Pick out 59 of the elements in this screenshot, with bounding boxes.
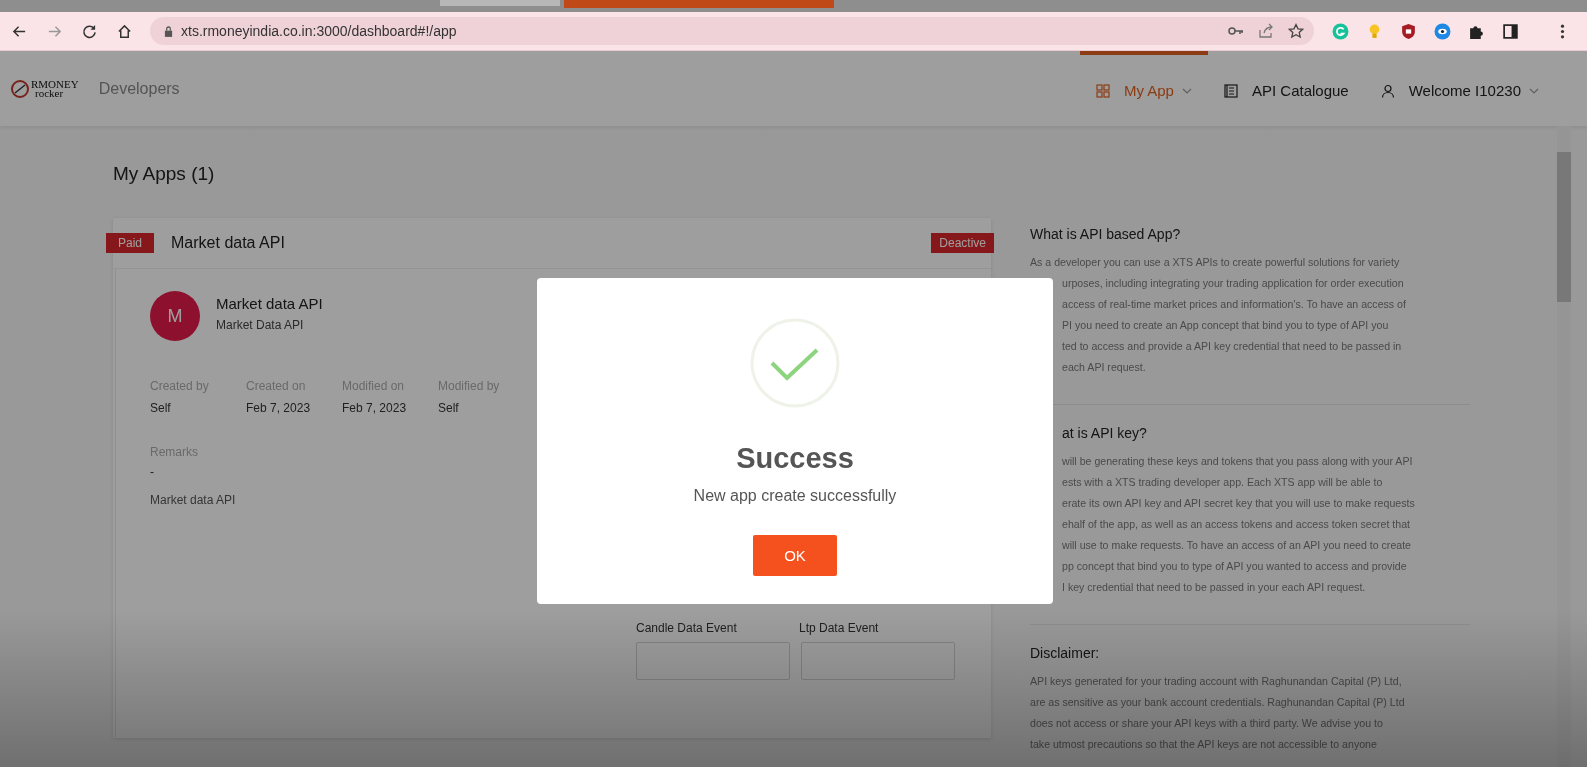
paragraph-line: PI you need to create an App concept that bind you to type of API you xyxy=(1061,318,1390,333)
detail-value: Self xyxy=(438,401,460,415)
section-heading: Disclaimer: xyxy=(1030,645,1101,661)
field-label: Candle Data Event xyxy=(636,621,738,635)
check-icon xyxy=(750,318,840,408)
paragraph-line: I key credential that need to be passed in your each API request. xyxy=(1061,580,1367,595)
side-panel-icon[interactable] xyxy=(1502,22,1519,40)
paragraph-line: erate its own API key and API secret key that you will use to make requests xyxy=(1061,496,1416,511)
ok-button[interactable]: OK xyxy=(753,535,837,576)
eye-icon[interactable] xyxy=(1434,22,1451,40)
paragraph-line: will use to make requests. To have an access of an API you need to create xyxy=(1061,538,1412,553)
paragraph-line: will be generating these keys and tokens that you pass along with your API xyxy=(1061,454,1414,469)
detail-value: Self xyxy=(150,401,172,415)
brand-title: Developers xyxy=(98,79,180,98)
paragraph-line: does not access or share your API keys with a third party. We advise you to xyxy=(1030,716,1384,731)
paragraph-line: are as sensitive as your bank account credentials. Raghunandan Capital (P) Ltd xyxy=(1030,695,1406,710)
paragraph-line: each API request. xyxy=(1061,360,1147,375)
page-title: My Apps (1) xyxy=(113,163,216,185)
status-ribbon: Deactive xyxy=(931,233,994,253)
document-icon xyxy=(1223,83,1238,98)
user-icon xyxy=(1380,83,1395,98)
field-label: Ltp Data Event xyxy=(799,621,880,635)
scrollbar-thumb[interactable] xyxy=(1557,152,1571,302)
paragraph-line: API keys generated for your trading account with Raghunandan Capital (P) Ltd, xyxy=(1030,674,1403,689)
app-title: Market data API xyxy=(216,295,323,312)
lock-icon xyxy=(164,25,173,37)
plan-ribbon: Paid xyxy=(106,233,155,253)
nav-item[interactable]: Welcome I10230 xyxy=(1364,51,1555,126)
share-icon[interactable] xyxy=(1258,23,1274,39)
paragraph-line: ests with a XTS trading developer app. Each XTS app will be able to xyxy=(1061,475,1384,490)
shield-icon[interactable] xyxy=(1400,22,1417,40)
paragraph-line: pp concept that bind you to type of API you wanted to access and provide xyxy=(1061,559,1408,574)
section-heading: at is API key? xyxy=(1061,425,1148,441)
dialog-title: Success xyxy=(736,442,854,475)
paragraph-line: urposes, including integrating your trading application for order execution xyxy=(1061,276,1405,291)
grid-icon xyxy=(1095,83,1110,98)
home-icon[interactable] xyxy=(117,23,132,39)
input-field[interactable] xyxy=(801,642,955,680)
paragraph-line: As a developer you can use a XTS APIs to create powerful solutions for variety xyxy=(1030,255,1401,270)
avatar: M xyxy=(150,291,200,341)
input-field[interactable] xyxy=(636,642,790,680)
star-icon[interactable] xyxy=(1288,23,1304,39)
reload-icon[interactable] xyxy=(82,23,97,39)
app-description: Market data API xyxy=(150,493,237,507)
section-heading: What is API based App? xyxy=(1030,226,1182,242)
app-subtitle: Market Data API xyxy=(216,318,305,332)
app-name: Market data API xyxy=(171,234,285,252)
logo[interactable]: RMONEY rocker xyxy=(10,78,79,99)
paragraph-line: access of real-time market prices and information's. To have an access of xyxy=(1061,297,1407,312)
paragraph-line: ehalf of the app, as well as an access tokens and access token secret that xyxy=(1061,517,1412,532)
paragraph-line: take utmost precautions so that the API keys are not accessible to anyone xyxy=(1030,737,1378,752)
detail-value: Feb 7, 2023 xyxy=(246,401,312,415)
dialog-message: New app create successfully xyxy=(693,487,897,505)
remarks-value: - xyxy=(150,465,155,479)
nav-item[interactable]: API Catalogue xyxy=(1207,51,1365,126)
paragraph-line: ted to access and provide a API key credential that need to be passed in xyxy=(1061,339,1403,354)
detail-value: Feb 7, 2023 xyxy=(342,401,408,415)
menu-icon[interactable] xyxy=(1560,22,1565,40)
address-bar[interactable]: xts.rmoneyindia.co.in:3000/dashboard#!/app xyxy=(150,17,1314,45)
